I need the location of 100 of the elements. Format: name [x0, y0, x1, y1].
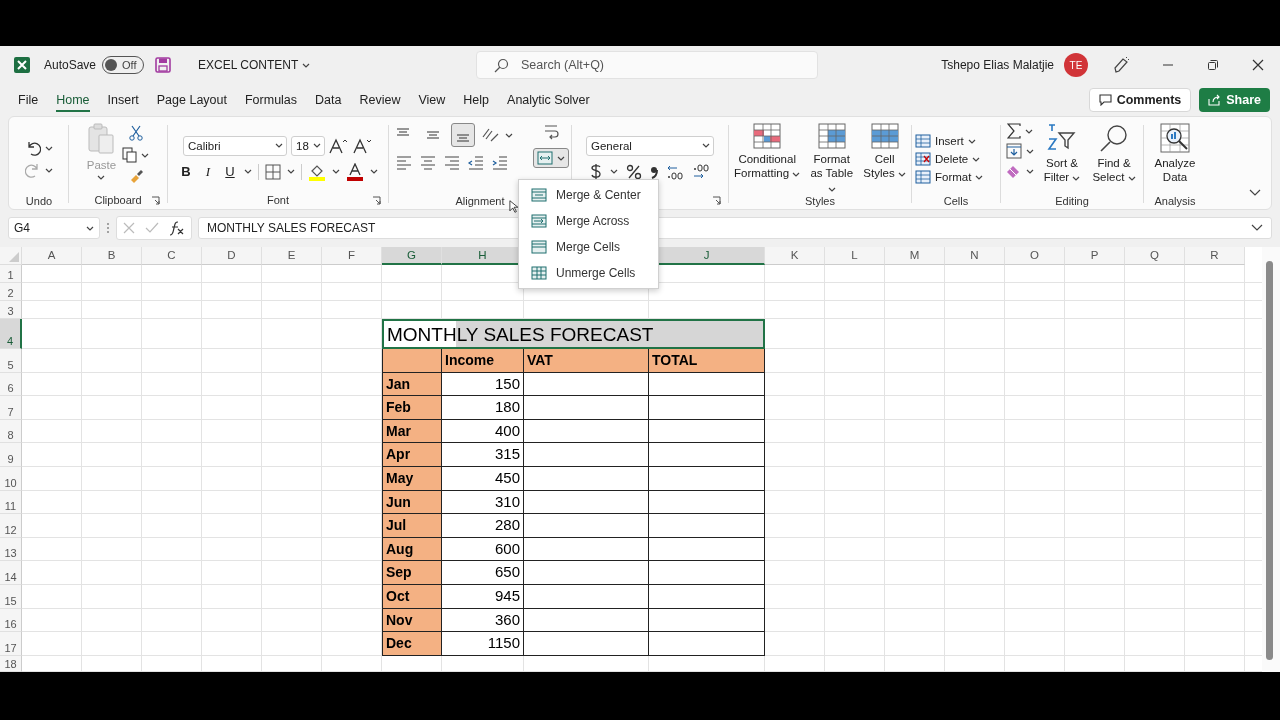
- percent-icon[interactable]: [626, 163, 642, 180]
- user-avatar[interactable]: TE: [1064, 53, 1088, 77]
- table-cell[interactable]: [649, 443, 765, 467]
- row-header[interactable]: 2: [0, 283, 22, 301]
- income-cell[interactable]: 315: [442, 443, 524, 467]
- increase-indent-icon[interactable]: [491, 154, 509, 170]
- column-header[interactable]: L: [825, 247, 885, 265]
- font-name-dropdown[interactable]: Calibri: [183, 135, 287, 156]
- income-cell[interactable]: 150: [442, 372, 524, 397]
- check-icon[interactable]: [145, 222, 159, 234]
- currency-icon[interactable]: [590, 162, 602, 181]
- month-cell[interactable]: Oct: [382, 584, 442, 609]
- styles-button[interactable]: Conditional Formatting: [732, 123, 803, 181]
- file-name-button[interactable]: EXCEL CONTENT: [198, 58, 311, 72]
- month-cell[interactable]: Sep: [382, 561, 442, 585]
- increase-font-size-icon[interactable]: [329, 137, 349, 154]
- row-header[interactable]: 14: [0, 561, 22, 585]
- table-cell[interactable]: [649, 372, 765, 397]
- row-header[interactable]: 17: [0, 632, 22, 656]
- table-cell[interactable]: [649, 608, 765, 633]
- table-cell[interactable]: [524, 396, 649, 420]
- column-heading[interactable]: Income: [442, 349, 524, 373]
- table-cell[interactable]: [524, 584, 649, 609]
- income-cell[interactable]: 1150: [442, 632, 524, 656]
- income-cell[interactable]: 650: [442, 561, 524, 585]
- row-header[interactable]: 12: [0, 514, 22, 538]
- month-cell[interactable]: Feb: [382, 396, 442, 420]
- dialog-launcher-icon[interactable]: [372, 195, 381, 205]
- column-header[interactable]: M: [885, 247, 945, 265]
- column-header[interactable]: A: [22, 247, 82, 265]
- autosum-icon[interactable]: [1007, 123, 1021, 139]
- column-header[interactable]: O: [1005, 247, 1065, 265]
- income-cell[interactable]: 280: [442, 514, 524, 538]
- table-cell[interactable]: [524, 372, 649, 397]
- column-heading[interactable]: VAT: [524, 349, 649, 373]
- dialog-launcher-icon[interactable]: [712, 195, 721, 205]
- copy-icon[interactable]: [122, 147, 138, 163]
- column-header[interactable]: E: [262, 247, 322, 265]
- table-cell[interactable]: [524, 490, 649, 515]
- column-header[interactable]: K: [765, 247, 825, 265]
- insert-function-icon[interactable]: [169, 220, 185, 236]
- income-cell[interactable]: 360: [442, 608, 524, 633]
- table-cell[interactable]: [649, 561, 765, 585]
- row-header[interactable]: 15: [0, 584, 22, 609]
- expand-icon[interactable]: [1251, 224, 1263, 232]
- month-cell[interactable]: Jan: [382, 372, 442, 397]
- cells-button[interactable]: Insert: [915, 134, 976, 148]
- row-header[interactable]: 1: [0, 265, 22, 283]
- comma-style-icon[interactable]: [650, 164, 658, 179]
- horizontal-align-icon[interactable]: [419, 154, 437, 170]
- row-header[interactable]: 7: [0, 396, 22, 420]
- month-cell[interactable]: Jun: [382, 490, 442, 515]
- ribbon-tab[interactable]: View: [410, 87, 454, 113]
- vertical-align-icon[interactable]: [451, 123, 475, 147]
- row-header[interactable]: 8: [0, 419, 22, 444]
- wrap-text-icon[interactable]: [542, 123, 560, 141]
- eraser-icon[interactable]: [1006, 163, 1022, 179]
- name-box[interactable]: G4: [8, 217, 100, 239]
- underline-button[interactable]: U: [222, 164, 238, 179]
- cut-icon[interactable]: [128, 125, 143, 141]
- income-cell[interactable]: 450: [442, 466, 524, 491]
- column-header[interactable]: F: [322, 247, 382, 265]
- row-header[interactable]: 13: [0, 537, 22, 562]
- vertical-scrollbar[interactable]: [1262, 247, 1280, 672]
- row-header[interactable]: 9: [0, 443, 22, 467]
- save-icon[interactable]: [155, 57, 172, 73]
- cells-button[interactable]: Delete: [915, 152, 981, 166]
- column-heading[interactable]: TOTAL: [649, 349, 765, 373]
- horizontal-align-icon[interactable]: [395, 154, 413, 170]
- decrease-indent-icon[interactable]: [467, 154, 485, 170]
- table-cell[interactable]: [524, 419, 649, 444]
- horizontal-align-icon[interactable]: [443, 154, 461, 170]
- column-header[interactable]: D: [202, 247, 262, 265]
- column-header[interactable]: C: [142, 247, 202, 265]
- column-header[interactable]: N: [945, 247, 1005, 265]
- italic-button[interactable]: I: [200, 163, 216, 180]
- table-cell[interactable]: [524, 537, 649, 562]
- pen-icon[interactable]: [1112, 56, 1130, 74]
- month-cell[interactable]: Mar: [382, 419, 442, 444]
- row-header[interactable]: 4: [0, 319, 22, 349]
- ribbon-tab[interactable]: Page Layout: [148, 87, 235, 113]
- table-cell[interactable]: [649, 419, 765, 444]
- title-cell[interactable]: MONTHLY SALES FORECAST: [382, 319, 765, 349]
- column-header[interactable]: Q: [1125, 247, 1185, 265]
- income-cell[interactable]: 600: [442, 537, 524, 562]
- ribbon-tab[interactable]: Review: [351, 87, 409, 113]
- row-header[interactable]: 3: [0, 301, 22, 319]
- column-header[interactable]: R: [1185, 247, 1245, 265]
- collapse-ribbon-icon[interactable]: [1249, 189, 1261, 197]
- ribbon-tab[interactable]: File: [10, 87, 47, 113]
- month-cell[interactable]: May: [382, 466, 442, 491]
- month-cell[interactable]: Apr: [382, 443, 442, 467]
- row-header[interactable]: 10: [0, 466, 22, 491]
- number-format-dropdown[interactable]: General: [586, 135, 714, 156]
- ribbon-tab[interactable]: Help: [455, 87, 498, 113]
- merge-cells-button[interactable]: [533, 148, 569, 168]
- table-cell[interactable]: [382, 349, 442, 373]
- undo-icon[interactable]: [25, 140, 41, 156]
- editing-button[interactable]: Sort & Filter: [1038, 123, 1086, 185]
- dialog-launcher-icon[interactable]: [151, 195, 160, 205]
